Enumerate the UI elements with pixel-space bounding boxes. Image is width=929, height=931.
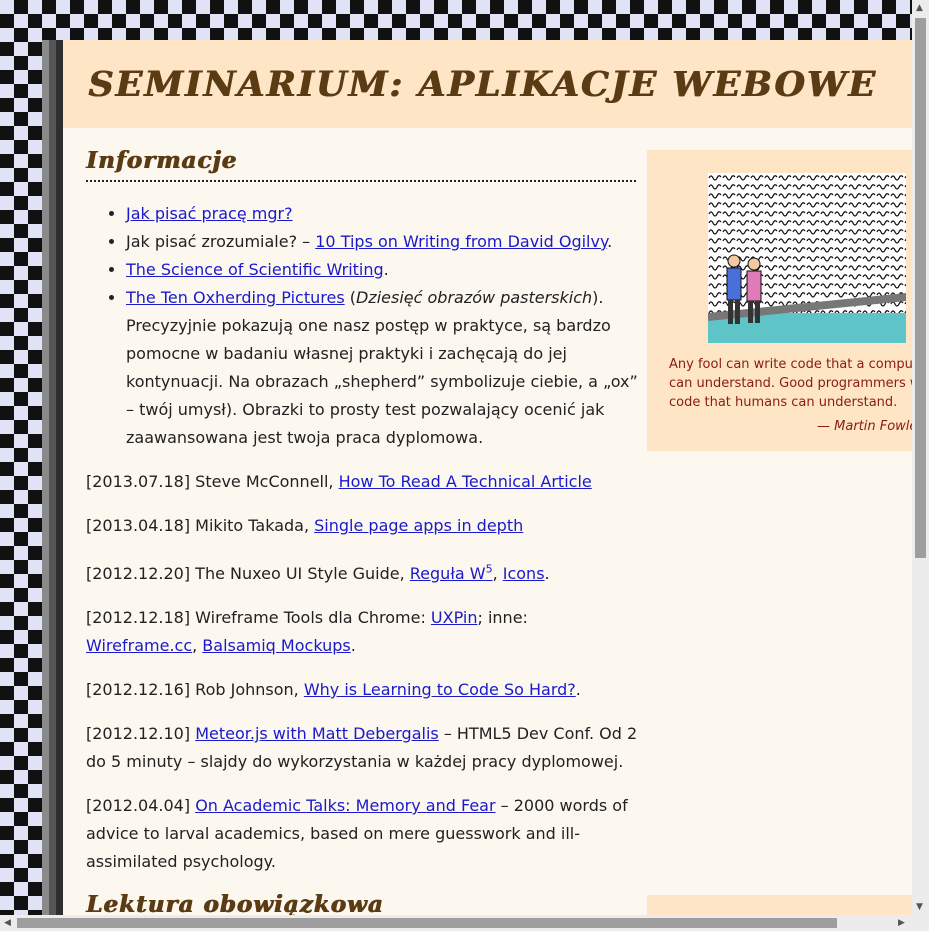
news-item: [2012.12.10] Meteor.js with Matt Deberga… — [86, 720, 641, 776]
news-text: [2013.07.18] Steve McConnell, — [86, 472, 339, 491]
section-title-lektura: Lektura obowiązkowa — [86, 891, 384, 915]
news-text: [2012.12.20] The Nuxeo UI Style Guide, — [86, 564, 410, 583]
sidebar-quote-box: Any fool can write code that a comput ca… — [647, 150, 912, 451]
link-jak-pisac-prace[interactable]: Jak pisać pracę mgr? — [126, 204, 293, 223]
quote-line: can understand. Good programmers w — [669, 376, 912, 391]
link-science-writing[interactable]: The Science of Scientific Writing — [126, 260, 384, 279]
news-separator: , — [492, 564, 503, 583]
news-item: [2012.12.16] Rob Johnson, Why is Learnin… — [86, 676, 641, 704]
link-wireframe-cc[interactable]: Wireframe.cc — [86, 636, 192, 655]
list-item: The Ten Oxherding Pictures (Dziesięć obr… — [126, 284, 641, 452]
cartoon-drawing — [708, 173, 906, 343]
sidebar-box-secondary — [647, 895, 912, 915]
site-header: SEMINARIUM: APLIKACJE WEBOWE — [63, 40, 912, 128]
news-suffix: . — [350, 636, 356, 655]
page-border-band — [42, 40, 63, 915]
news-text: [2013.04.18] Mikito Takada, — [86, 516, 315, 535]
main-content: Informacje Jak pisać pracę mgr? Jak pisa… — [86, 144, 641, 915]
news-item: [2013.07.18] Steve McConnell, How To Rea… — [86, 468, 641, 496]
scroll-up-icon[interactable]: ▲ — [916, 3, 923, 13]
news-text: [2012.12.10] — [86, 724, 196, 743]
quote-line: code that humans can understand. — [669, 395, 898, 410]
quote-text: Any fool can write code that a comput ca… — [669, 355, 912, 412]
link-read-technical-article[interactable]: How To Read A Technical Article — [339, 472, 592, 491]
news-separator: , — [192, 636, 203, 655]
superscript: 5 — [485, 562, 493, 576]
link-balsamiq[interactable]: Balsamiq Mockups — [202, 636, 350, 655]
vertical-scrollbar[interactable]: ▲ ▼ — [912, 0, 929, 915]
list-item: Jak pisać zrozumiale? – 10 Tips on Writi… — [126, 228, 641, 256]
news-text: [2012.04.04] — [86, 796, 196, 815]
news-item: [2012.04.04] On Academic Talks: Memory a… — [86, 792, 641, 876]
news-text: [2012.12.18] Wireframe Tools dla Chrome: — [86, 608, 431, 627]
cartoon-image — [708, 173, 906, 343]
list-item-emphasis: Dziesięć obrazów pasterskich — [355, 288, 593, 307]
list-item-suffix: . — [383, 260, 389, 279]
list-item: The Science of Scientific Writing. — [126, 256, 641, 284]
quote-line: Any fool can write code that a comput — [669, 357, 912, 372]
news-item: [2013.04.18] Mikito Takada, Single page … — [86, 512, 641, 540]
news-suffix: . — [544, 564, 550, 583]
news-item: [2012.12.20] The Nuxeo UI Style Guide, R… — [86, 560, 641, 588]
news-separator: ; inne: — [477, 608, 528, 627]
news-text: [2012.12.16] Rob Johnson, — [86, 680, 304, 699]
vertical-scroll-thumb[interactable] — [915, 18, 926, 558]
list-item-suffix: . — [607, 232, 613, 251]
link-text: Reguła W — [409, 564, 486, 583]
scroll-down-icon[interactable]: ▼ — [916, 902, 923, 912]
scroll-left-icon[interactable]: ◀ — [4, 918, 11, 928]
quote-author: — Martin Fowle — [817, 419, 912, 434]
link-meteor-js[interactable]: Meteor.js with Matt Debergalis — [195, 724, 439, 743]
link-icons[interactable]: Icons — [503, 564, 545, 583]
link-oxherding-pictures[interactable]: The Ten Oxherding Pictures — [126, 288, 345, 307]
section-divider — [86, 180, 636, 182]
info-list: Jak pisać pracę mgr? Jak pisać zrozumial… — [86, 200, 641, 452]
list-item: Jak pisać pracę mgr? — [126, 200, 641, 228]
horizontal-scrollbar[interactable]: ◀ ▶ — [0, 915, 912, 931]
link-learning-to-code[interactable]: Why is Learning to Code So Hard? — [304, 680, 576, 699]
link-regula-w5[interactable]: Reguła W5 — [410, 564, 493, 583]
section-title-informacje: Informacje — [86, 147, 238, 174]
news-item: [2012.12.18] Wireframe Tools dla Chrome:… — [86, 604, 641, 660]
link-uxpin[interactable]: UXPin — [431, 608, 478, 627]
horizontal-scroll-thumb[interactable] — [17, 918, 837, 928]
scrollbar-corner — [912, 915, 929, 931]
news-suffix: . — [575, 680, 581, 699]
scroll-right-icon[interactable]: ▶ — [898, 918, 905, 928]
list-item-description: ). Precyzyjnie pokazują one nasz postęp … — [126, 288, 638, 447]
link-ogilvy-tips[interactable]: 10 Tips on Writing from David Ogilvy — [315, 232, 607, 251]
site-title: SEMINARIUM: APLIKACJE WEBOWE — [88, 64, 877, 105]
list-item-text: Jak pisać zrozumiale? – — [126, 232, 316, 251]
page-container: SEMINARIUM: APLIKACJE WEBOWE Informacje … — [63, 40, 912, 915]
list-item-text: ( — [344, 288, 356, 307]
link-single-page-apps[interactable]: Single page apps in depth — [314, 516, 523, 535]
link-academic-talks[interactable]: On Academic Talks: Memory and Fear — [195, 796, 495, 815]
